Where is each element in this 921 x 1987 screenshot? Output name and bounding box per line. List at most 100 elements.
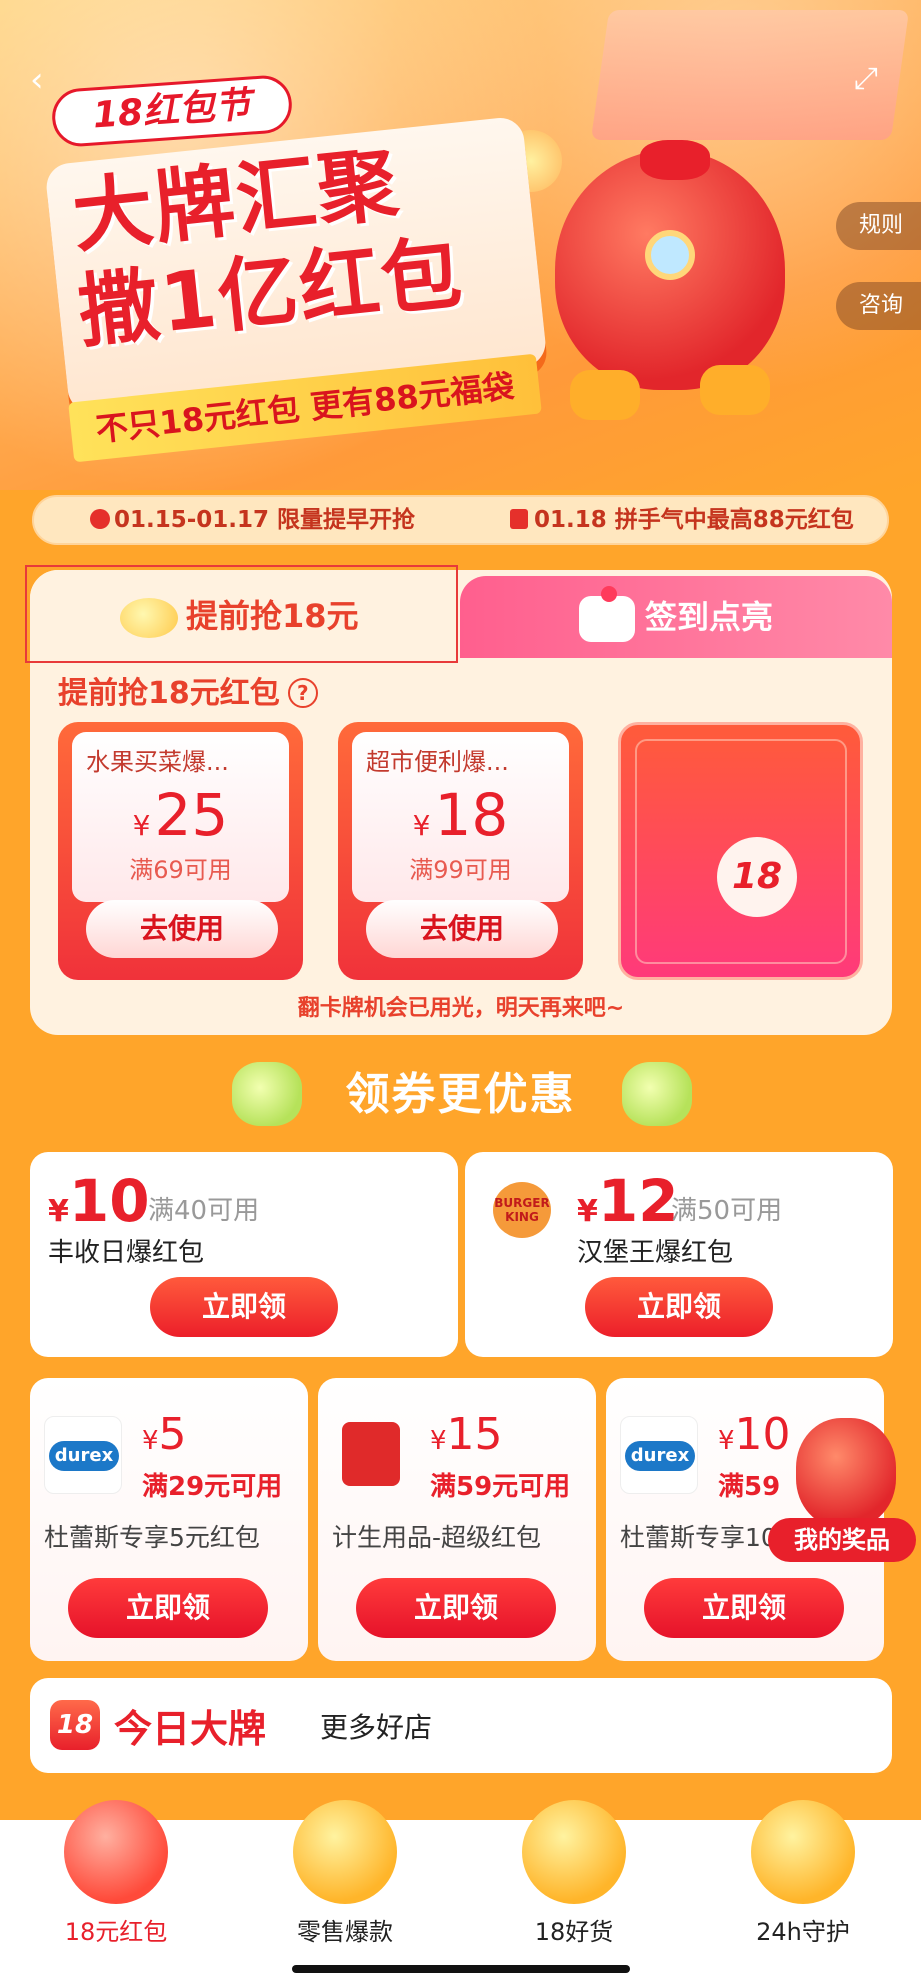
use-coupon-button[interactable]: 去使用	[86, 900, 278, 958]
big-coupon-name: 汉堡王爆红包	[577, 1238, 734, 1268]
nav-item-18-redpacket[interactable]: 18元红包	[36, 1800, 196, 1950]
brand-logo	[332, 1416, 410, 1494]
claim-button[interactable]: 立即领	[585, 1277, 773, 1337]
nav-label: 18元红包	[64, 1918, 168, 1946]
mascot-knot	[640, 140, 710, 180]
star-right-icon	[622, 1062, 692, 1126]
brand-logo: durex	[620, 1416, 698, 1494]
burger-king-logo: BURGER KING	[493, 1182, 551, 1238]
coupon-condition: 满69可用	[129, 856, 232, 884]
mascot-coin	[645, 230, 695, 280]
big-coupon-card: ¥10 满40可用 丰收日爆红包 立即领	[30, 1152, 458, 1357]
consult-button[interactable]: 咨询	[836, 282, 921, 330]
diamond-icon	[522, 1800, 626, 1904]
early-section-title-text: 提前抢18元红包	[58, 676, 280, 711]
early-time: 01.15-01.17 限量提早开抢	[90, 497, 415, 543]
big-coupon-condition: 满50可用	[671, 1196, 783, 1226]
small-coupon-name: 计生用品-超级红包	[332, 1523, 542, 1552]
nav-label: 零售爆款	[297, 1918, 393, 1946]
joystick-icon	[578, 586, 635, 642]
small-coupon-condition: 满29元可用	[142, 1472, 283, 1502]
time-strip: 01.15-01.17 限量提早开抢 01.18 拼手气中最高88元红包	[32, 495, 889, 545]
brand-logo: durex	[44, 1416, 122, 1494]
coupon-amount: ¥18	[352, 782, 569, 859]
hero-banner: 18红包节 大牌汇聚 撒1亿红包 不只18元红包 更有88元福袋	[0, 0, 921, 490]
durex-logo: durex	[49, 1441, 119, 1471]
claim-button[interactable]: 立即领	[644, 1578, 844, 1638]
mascot-foot-right	[700, 365, 770, 415]
coupon-condition: 满99可用	[409, 856, 512, 884]
my-prizes-button[interactable]: 我的奖品	[768, 1418, 918, 1562]
selection-highlight	[25, 565, 458, 663]
red-envelope-icon	[342, 1422, 400, 1486]
mascot-foot-left	[570, 370, 640, 420]
big-coupon-amount-value: 10	[68, 1167, 150, 1235]
small-coupon-amount: ¥15	[430, 1410, 503, 1466]
flip-card-badge: 18	[717, 837, 797, 917]
small-coupon-condition: 满59元可用	[430, 1472, 571, 1502]
final-time: 01.18 拼手气中最高88元红包	[510, 497, 854, 543]
big-coupon-card: BURGER KING ¥12 满50可用 汉堡王爆红包 立即领	[465, 1152, 893, 1357]
nav-label: 18好货	[534, 1918, 614, 1946]
claim-button[interactable]: 立即领	[68, 1578, 268, 1638]
today-brand-title: 今日大牌	[114, 1707, 267, 1751]
tab-checkin-label-wrap: 签到点亮	[460, 576, 892, 658]
nav-item-goods[interactable]: 18好货	[494, 1800, 654, 1950]
share-icon[interactable]: ⤢	[842, 55, 890, 103]
small-coupon-card: ¥15 满59元可用 计生用品-超级红包 立即领	[318, 1378, 596, 1661]
home-indicator	[292, 1965, 630, 1973]
currency-symbol: ¥	[577, 1194, 598, 1229]
tab-checkin-label: 签到点亮	[644, 598, 773, 636]
coupon-card: 超市便利爆... ¥18 满99可用 去使用	[338, 722, 583, 980]
back-icon[interactable]: ‹	[30, 60, 70, 100]
flip-note: 翻卡牌机会已用光，明天再来吧~	[297, 996, 625, 1021]
small-coupon-amount: ¥5	[142, 1410, 187, 1466]
red-packet-hand-icon	[64, 1800, 168, 1904]
coupon-amount: ¥25	[72, 782, 289, 859]
coupon-name: 超市便利爆...	[366, 748, 509, 776]
more-shops-link[interactable]: 更多好店	[320, 1706, 432, 1746]
rules-button[interactable]: 规则	[836, 202, 921, 250]
help-icon[interactable]: ?	[287, 678, 318, 708]
early-section-title: 提前抢18元红包?	[58, 668, 318, 712]
small-coupon-name: 杜蕾斯专享5元红包	[44, 1523, 260, 1552]
small-coupon-amount-value: 5	[158, 1409, 187, 1460]
big-coupon-condition: 满40可用	[148, 1196, 260, 1226]
red-packet-icon	[510, 509, 528, 529]
my-prizes-label: 我的奖品	[768, 1518, 916, 1562]
small-coupon-amount-value: 15	[446, 1409, 503, 1460]
coupon-inner: 水果买菜爆... ¥25 满69可用	[72, 732, 289, 902]
basket-icon	[293, 1800, 397, 1904]
small-coupon-card: durex ¥5 满29元可用 杜蕾斯专享5元红包 立即领	[30, 1378, 308, 1661]
coupon-amount-value: 25	[154, 781, 229, 849]
brand-18-badge: 18	[50, 1700, 100, 1750]
nav-item-retail[interactable]: 零售爆款	[265, 1800, 425, 1950]
final-time-text: 01.18 拼手气中最高88元红包	[534, 507, 854, 533]
medkit-icon	[751, 1800, 855, 1904]
currency-symbol: ¥	[48, 1194, 69, 1229]
today-brand-bar: 18 今日大牌 更多好店	[30, 1678, 892, 1773]
claim-button[interactable]: 立即领	[150, 1277, 338, 1337]
coupon-name: 水果买菜爆...	[86, 748, 229, 776]
prize-bag-icon	[796, 1418, 896, 1528]
currency-symbol: ¥	[142, 1426, 159, 1456]
currency-symbol: ¥	[412, 809, 431, 842]
nav-item-guard[interactable]: 24h守护	[723, 1800, 883, 1950]
durex-logo: durex	[625, 1441, 695, 1471]
coupon-section-title: 领券更优惠	[345, 1069, 576, 1120]
flip-card-frame: 18	[635, 739, 847, 964]
coupon-amount-value: 18	[434, 781, 509, 849]
currency-symbol: ¥	[132, 809, 151, 842]
tab-checkin[interactable]: 签到点亮	[460, 576, 892, 658]
flip-card[interactable]: 18	[618, 722, 863, 980]
currency-symbol: ¥	[718, 1426, 735, 1456]
currency-symbol: ¥	[430, 1426, 447, 1456]
early-time-text: 01.15-01.17 限量提早开抢	[114, 507, 416, 533]
nav-label: 24h守护	[756, 1918, 850, 1946]
claim-button[interactable]: 立即领	[356, 1578, 556, 1638]
use-coupon-button[interactable]: 去使用	[366, 900, 558, 958]
coupon-inner: 超市便利爆... ¥18 满99可用	[352, 732, 569, 902]
big-coupon-amount-value: 12	[597, 1167, 679, 1235]
big-coupon-name: 丰收日爆红包	[48, 1238, 205, 1268]
coupon-card: 水果买菜爆... ¥25 满69可用 去使用	[58, 722, 303, 980]
